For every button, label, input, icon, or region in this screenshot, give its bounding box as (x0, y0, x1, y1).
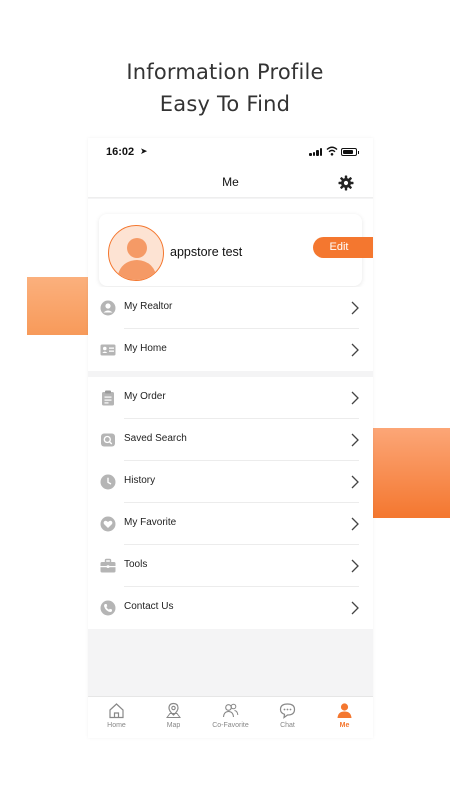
headline-line-2: Easy To Find (159, 92, 291, 116)
chevron-right-icon (351, 475, 359, 489)
marketing-headline: Information Profile Easy To Find (0, 56, 450, 120)
menu-item-label: Contact Us (124, 601, 174, 612)
chevron-right-icon (351, 301, 359, 315)
users-icon (222, 703, 239, 718)
heart-icon (100, 516, 116, 532)
home-icon (109, 703, 124, 719)
menu-item-label: Tools (124, 559, 148, 570)
toolbox-icon (100, 558, 116, 573)
phone-screen: 16:02 ➤ Me appstore test Edit My Realtor… (88, 138, 373, 738)
menu-item-my-home[interactable]: My Home (88, 329, 373, 371)
menu-item-history[interactable]: History (88, 461, 373, 503)
menu-item-saved-search[interactable]: Saved Search (88, 419, 373, 461)
decorative-square-left (27, 277, 89, 335)
menu-item-contact-us[interactable]: Contact Us (88, 587, 373, 629)
tab-label: Map (166, 722, 181, 729)
chat-icon (279, 703, 296, 719)
status-time: 16:02 (106, 146, 135, 158)
gear-icon[interactable] (338, 175, 354, 191)
menu-item-my-order[interactable]: My Order (88, 377, 373, 419)
profile-username: appstore test (170, 245, 243, 259)
tab-label: Me (339, 722, 350, 729)
chevron-right-icon (351, 433, 359, 447)
decorative-square-right (373, 428, 450, 518)
tab-home[interactable]: Home (88, 697, 145, 738)
menu-item-tools[interactable]: Tools (88, 545, 373, 587)
tab-me[interactable]: Me (316, 697, 373, 738)
edit-profile-button[interactable]: Edit (313, 237, 373, 258)
tab-label: Co-Favorite (212, 722, 249, 729)
tab-co-favorite[interactable]: Co-Favorite (202, 697, 259, 738)
chevron-right-icon (351, 517, 359, 531)
menu-item-label: My Home (124, 343, 167, 354)
battery-icon (341, 148, 359, 156)
bottom-tab-bar: Home Map Co-Favorite Chat Me (88, 696, 373, 738)
chevron-right-icon (351, 601, 359, 615)
id-card-icon (100, 344, 116, 356)
menu-item-label: My Realtor (124, 301, 173, 312)
menu-item-label: History (124, 475, 156, 486)
map-pin-icon (166, 702, 181, 718)
menu-item-label: Saved Search (124, 433, 187, 444)
menu-item-label: My Order (124, 391, 166, 402)
chevron-right-icon (351, 559, 359, 573)
location-arrow-icon: ➤ (140, 146, 148, 156)
wifi-icon (326, 146, 338, 156)
tab-map[interactable]: Map (145, 697, 202, 738)
status-bar: 16:02 ➤ (88, 138, 373, 168)
nav-bar: Me (88, 168, 373, 198)
phone-icon (100, 600, 116, 616)
menu-item-label: My Favorite (124, 517, 177, 528)
tab-label: Chat (280, 722, 295, 729)
person-circle-icon (100, 300, 116, 316)
menu-item-my-favorite[interactable]: My Favorite (88, 503, 373, 545)
page-title: Me (222, 175, 239, 189)
clock-icon (100, 474, 116, 490)
avatar[interactable] (108, 225, 164, 281)
chevron-right-icon (351, 343, 359, 357)
saved-search-icon (101, 433, 115, 447)
chevron-right-icon (351, 391, 359, 405)
menu-group-activity: My Order Saved Search History My Favorit… (88, 377, 373, 629)
menu-item-my-realtor[interactable]: My Realtor (88, 287, 373, 329)
avatar-person-icon (117, 238, 157, 280)
menu-group-account: My Realtor My Home (88, 287, 373, 371)
headline-line-1: Information Profile (126, 60, 324, 84)
tab-label: Home (107, 722, 126, 729)
clipboard-icon (102, 390, 114, 406)
person-icon (337, 703, 352, 718)
tab-chat[interactable]: Chat (259, 697, 316, 738)
cellular-signal-icon (309, 148, 323, 156)
